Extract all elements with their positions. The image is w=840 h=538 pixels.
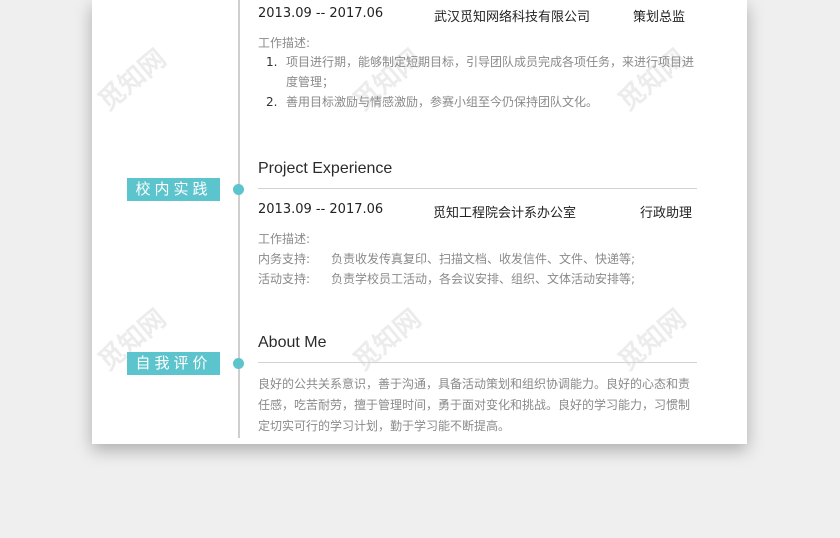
project-detail-line: 内务支持: 负责收发传真复印、扫描文档、收发信件、文件、快递等; [258,250,635,267]
project-date: 2013.09 -- 2017.06 [258,202,384,217]
list-number: 2. [266,95,278,109]
about-text: 良好的公共关系意识，善于沟通，具备活动策划和组织协调能力。良好的心态和责任感，吃… [258,377,691,433]
project-detail-line: 活动支持: 负责学校员工活动，各会议安排、组织、文体活动安排等; [258,270,635,287]
work-company: 武汉觅知网络科技有限公司 [434,10,591,25]
project-entry-header: 2013.09 -- 2017.06 觅知工程院会计系办公室 行政助理 [258,202,698,221]
section-heading-about: About Me [258,334,327,351]
section-divider [258,188,697,189]
timeline-dot [233,184,244,195]
timeline-dot [233,358,244,369]
timeline-line [238,0,240,438]
work-list-item: 2. 善用目标激励与情感激励，参赛小组至今仍保持团队文化。 [258,92,703,112]
list-text: 项目进行期，能够制定短期目标，引导团队成员完成各项任务，来进行项目进度管理； [286,55,695,89]
detail-text: 负责学校员工活动，各会议安排、组织、文体活动安排等; [331,272,636,286]
section-heading-project: Project Experience [258,160,393,177]
detail-label: 内务支持: [258,252,311,266]
work-list-item: 1. 项目进行期，能够制定短期目标，引导团队成员完成各项任务，来进行项目进度管理… [258,52,703,92]
work-role: 策划总监 [633,10,686,25]
detail-label: 活动支持: [258,272,311,286]
project-desc-label: 工作描述: [258,232,311,246]
section-tag-practice: 校内实践 [127,178,220,201]
watermark: 觅知网 [613,303,693,377]
watermark: 觅知网 [348,303,428,377]
watermark: 觅知网 [93,43,173,117]
section-tag-self-eval: 自我评价 [127,352,220,375]
work-date: 2013.09 -- 2017.06 [258,6,384,21]
detail-text: 负责收发传真复印、扫描文档、收发信件、文件、快递等; [331,252,636,266]
list-text: 善用目标激励与情感激励，参赛小组至今仍保持团队文化。 [286,95,599,109]
project-role: 行政助理 [640,206,693,221]
work-entry-header: 2013.09 -- 2017.06 武汉觅知网络科技有限公司 策划总监 [258,6,698,25]
project-org: 觅知工程院会计系办公室 [433,206,577,221]
resume-page: 觅知网 觅知网 觅知网 觅知网 觅知网 觅知网 2013.09 -- 2017.… [92,0,747,444]
section-divider [258,362,697,363]
list-number: 1. [266,55,278,69]
work-desc-label: 工作描述: [258,36,311,50]
